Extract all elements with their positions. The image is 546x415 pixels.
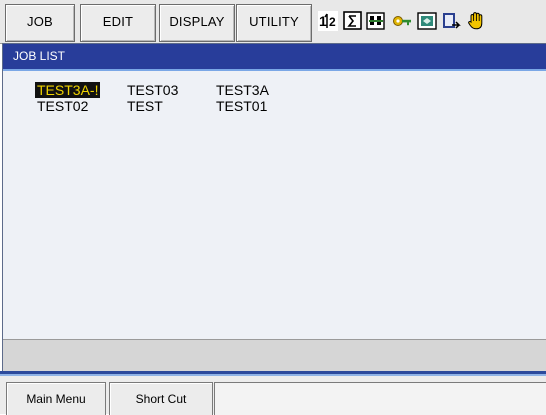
sigma-icon[interactable] [343,11,363,31]
window-title: JOB LIST [3,44,546,69]
job-item-test3a[interactable]: TEST3A [216,82,269,98]
message-panel [214,382,546,415]
function-key-2[interactable] [147,340,282,371]
job-item-test[interactable]: TEST [127,98,163,114]
job-list: TEST3A-! TEST03 TEST3A TEST02 TEST TEST0… [3,71,546,339]
job-item-test03[interactable]: TEST03 [127,82,178,98]
function-key-1[interactable] [3,340,148,371]
job-item-test01[interactable]: TEST01 [216,98,267,114]
job-item-test3a-excl[interactable]: TEST3A-! [35,82,101,98]
document-export-icon[interactable] [441,11,461,31]
function-key-4[interactable] [415,340,546,371]
edit-menu-button[interactable]: EDIT [80,4,156,42]
teach-mode-icon[interactable] [366,11,386,31]
monitor-icon[interactable] [417,11,437,31]
top-menu-bar: JOB EDIT DISPLAY UTILITY 1 2 [0,0,546,44]
function-key-3[interactable] [281,340,416,371]
job-item-test02[interactable]: TEST02 [37,98,88,114]
job-menu-button[interactable]: JOB [5,4,75,42]
key-icon[interactable] [392,11,412,31]
svg-text:2: 2 [329,15,336,29]
display-menu-button[interactable]: DISPLAY [159,4,235,42]
function-key-row [3,339,546,371]
short-cut-button[interactable]: Short Cut [109,382,213,415]
main-menu-button[interactable]: Main Menu [6,382,106,415]
utility-menu-button[interactable]: UTILITY [236,4,312,42]
bottom-bar: Main Menu Short Cut [0,376,546,415]
axis-toggle-icon[interactable]: 1 2 [318,11,338,31]
hand-hold-icon[interactable] [466,11,486,31]
